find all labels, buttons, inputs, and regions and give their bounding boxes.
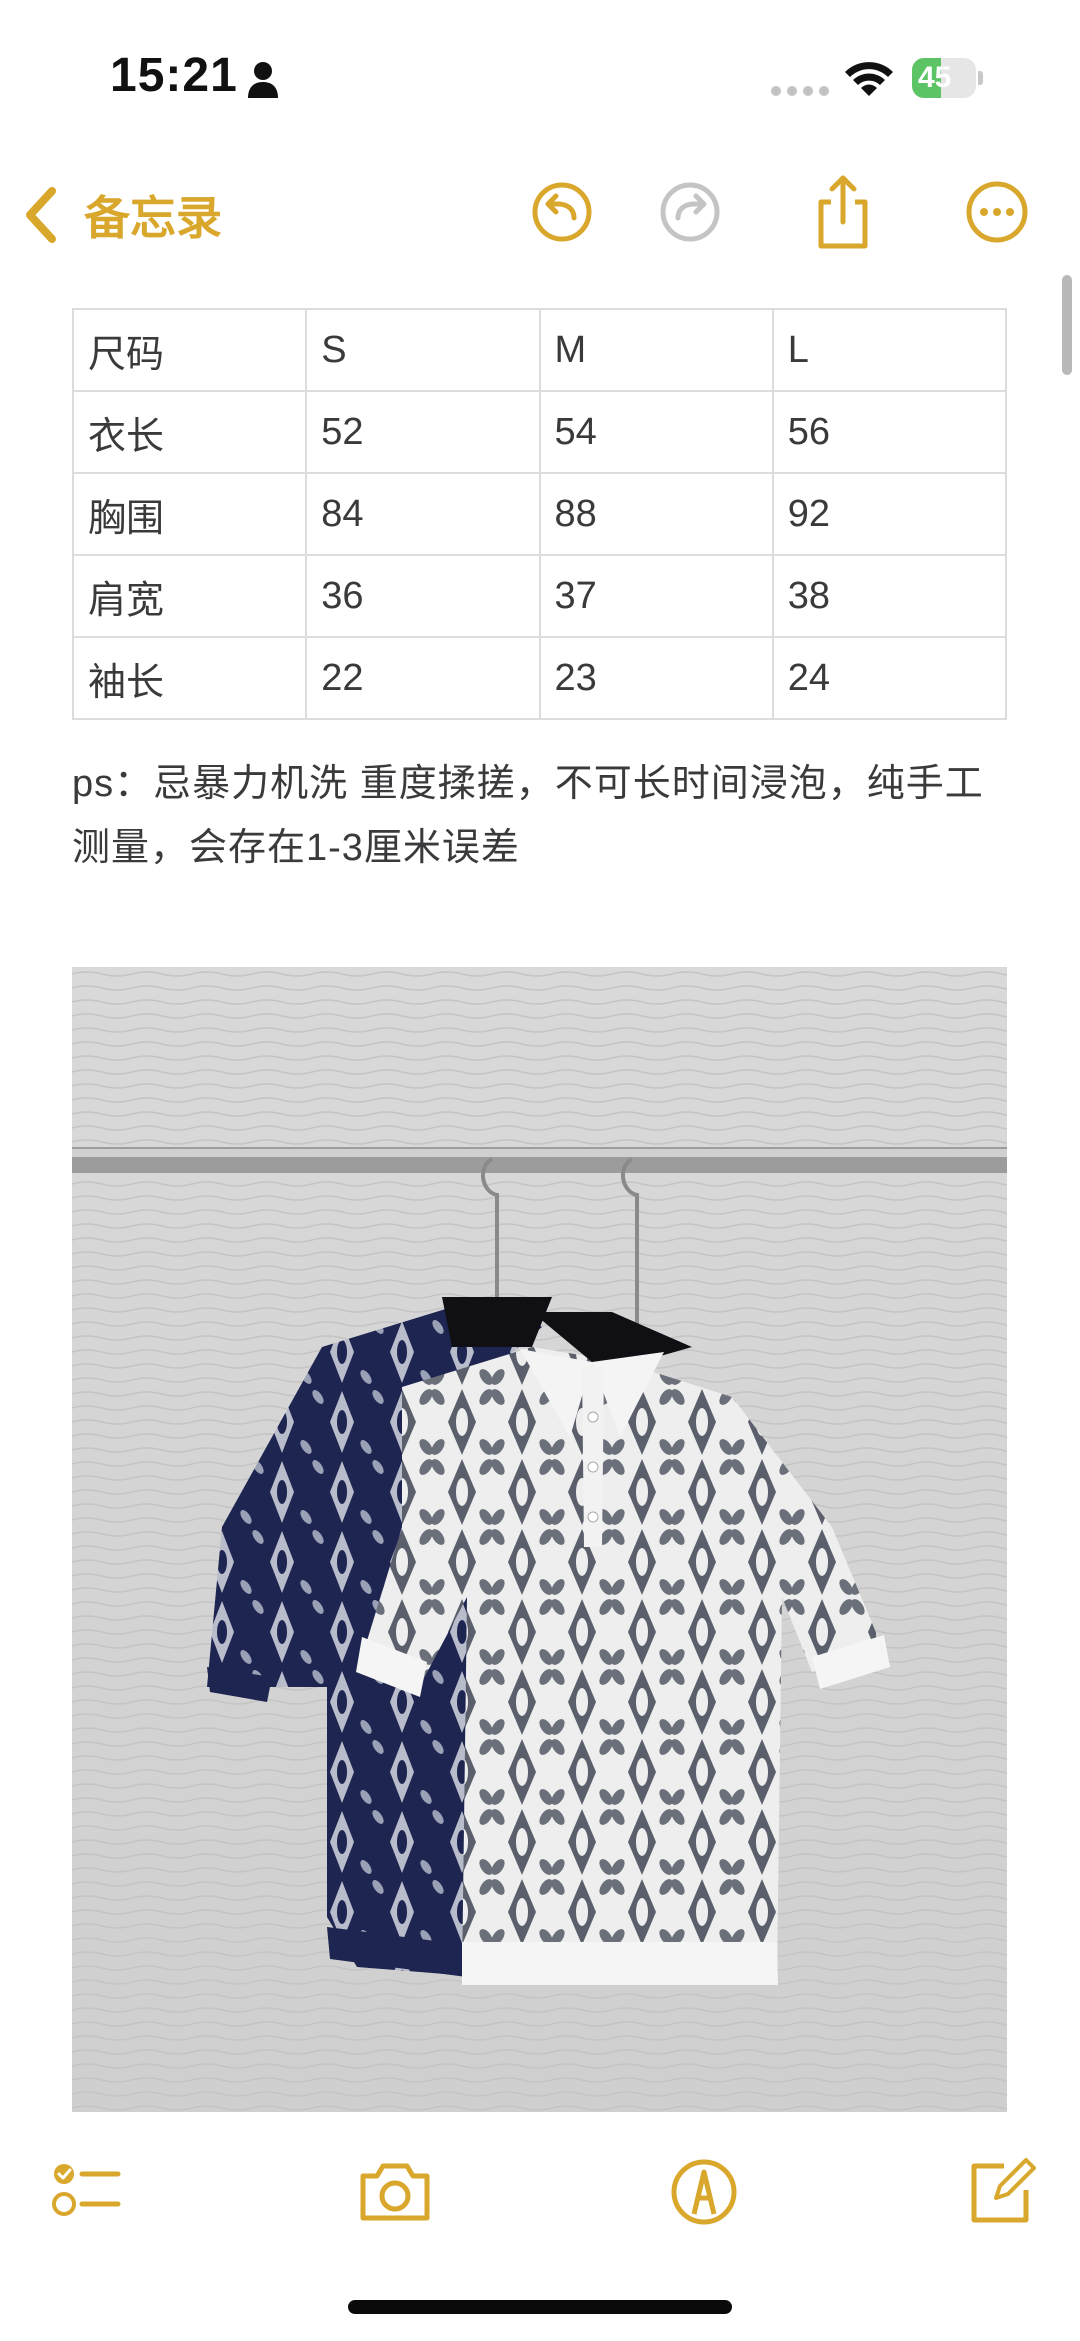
scroll-indicator[interactable] bbox=[1062, 275, 1072, 375]
table-cell: 84 bbox=[305, 472, 541, 556]
table-cell: 36 bbox=[305, 554, 541, 638]
table-cell: 54 bbox=[538, 390, 774, 474]
redo-icon[interactable] bbox=[650, 172, 730, 252]
battery-charging-icon: 45 bbox=[912, 58, 984, 98]
table-cell: 56 bbox=[771, 390, 1008, 474]
table-row: 衣长 52 54 56 bbox=[71, 390, 1008, 474]
chevron-left-icon bbox=[26, 187, 56, 243]
table-cell: 22 bbox=[305, 636, 541, 720]
status-bar: 15:21 45 bbox=[0, 0, 1080, 150]
compose-icon[interactable] bbox=[960, 2152, 1040, 2232]
camera-icon[interactable] bbox=[355, 2152, 435, 2232]
table-row: 胸围 84 88 92 bbox=[71, 472, 1008, 556]
table-row: 尺码 S M L bbox=[71, 308, 1008, 392]
battery-level: 45 bbox=[918, 61, 952, 94]
product-photo-illustration bbox=[72, 967, 1007, 2112]
checklist-icon[interactable] bbox=[46, 2152, 126, 2232]
back-button[interactable]: 备忘录 bbox=[22, 180, 222, 250]
table-cell: 23 bbox=[538, 636, 774, 720]
table-cell: S bbox=[305, 308, 541, 392]
table-cell: 37 bbox=[538, 554, 774, 638]
status-time: 15:21 bbox=[110, 49, 238, 102]
signal-dots-icon bbox=[771, 86, 829, 96]
table-row-header: 尺码 bbox=[71, 308, 308, 392]
table-row-header: 袖长 bbox=[71, 636, 308, 720]
table-cell: 52 bbox=[305, 390, 541, 474]
table-cell: 24 bbox=[771, 636, 1008, 720]
size-table: 尺码 S M L 衣长 52 54 56 胸围 84 88 92 肩宽 36 37 38 袖长 22 23 24 bbox=[71, 308, 1008, 720]
table-row-header: 肩宽 bbox=[71, 554, 308, 638]
table-row-header: 胸围 bbox=[71, 472, 308, 556]
person-icon bbox=[248, 62, 278, 98]
table-row: 袖长 22 23 24 bbox=[71, 636, 1008, 720]
table-row-header: 衣长 bbox=[71, 390, 308, 474]
table-cell: M bbox=[538, 308, 774, 392]
table-cell: 92 bbox=[771, 472, 1008, 556]
wifi-icon bbox=[845, 62, 893, 96]
care-note: ps：忌暴力机洗 重度揉搓，不可长时间浸泡，纯手工测量，会存在1-3厘米误差 bbox=[72, 763, 984, 869]
share-icon[interactable] bbox=[803, 172, 883, 252]
table-cell: 88 bbox=[538, 472, 774, 556]
product-photo[interactable] bbox=[72, 967, 1007, 2112]
undo-icon[interactable] bbox=[522, 172, 602, 252]
table-cell: L bbox=[771, 308, 1008, 392]
markup-icon[interactable] bbox=[664, 2152, 744, 2232]
nav-bar: 备忘录 bbox=[0, 150, 1080, 280]
back-label: 备忘录 bbox=[84, 192, 222, 244]
table-row: 肩宽 36 37 38 bbox=[71, 554, 1008, 638]
more-icon[interactable] bbox=[957, 172, 1037, 252]
home-indicator[interactable] bbox=[348, 2300, 732, 2314]
table-cell: 38 bbox=[771, 554, 1008, 638]
